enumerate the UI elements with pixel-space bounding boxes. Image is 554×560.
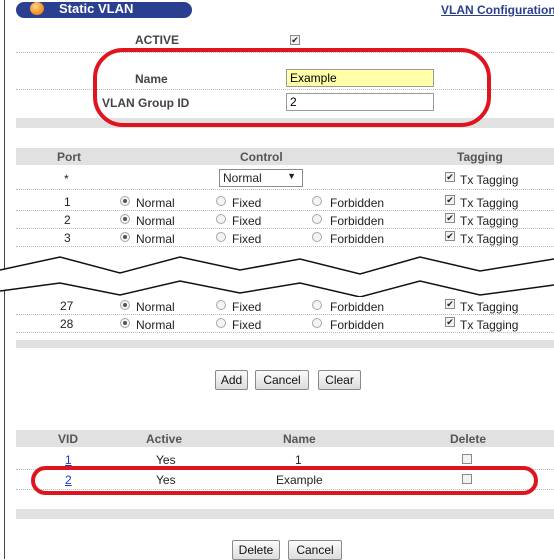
delete-checkbox[interactable] xyxy=(462,454,472,464)
port-number: 1 xyxy=(64,195,71,209)
fixed-label: Fixed xyxy=(232,232,262,246)
row-divider xyxy=(16,314,554,315)
active-cell: Yes xyxy=(156,473,176,487)
normal-radio[interactable] xyxy=(120,214,130,224)
fixed-label: Fixed xyxy=(232,214,262,228)
forbidden-radio[interactable] xyxy=(312,232,322,242)
active-label: ACTIVE xyxy=(135,33,180,47)
control-select-all[interactable]: Normal ▼ xyxy=(219,169,303,187)
active-checkbox[interactable]: ✔ xyxy=(290,35,300,45)
forbidden-label: Forbidden xyxy=(330,318,385,332)
tx-tagging-label: Tx Tagging xyxy=(460,318,519,332)
delete-header: Delete xyxy=(450,432,487,446)
port-number: 27 xyxy=(60,299,74,313)
normal-radio[interactable] xyxy=(120,232,130,242)
forbidden-radio[interactable] xyxy=(312,300,322,310)
tx-tagging-checkbox[interactable]: ✔ xyxy=(445,213,455,223)
normal-label: Normal xyxy=(136,214,175,228)
row-divider xyxy=(16,469,554,470)
vlan-group-id-label: VLAN Group ID xyxy=(102,96,190,110)
fixed-radio[interactable] xyxy=(216,196,226,206)
tx-tagging-checkbox[interactable]: ✔ xyxy=(445,195,455,205)
divider xyxy=(16,52,554,53)
vid-link[interactable]: 1 xyxy=(65,453,72,467)
port-number: 28 xyxy=(60,317,74,331)
port-all-cell: * xyxy=(64,172,69,186)
normal-radio[interactable] xyxy=(120,196,130,206)
tx-tagging-label: Tx Tagging xyxy=(460,214,519,228)
forbidden-radio[interactable] xyxy=(312,214,322,224)
fixed-radio[interactable] xyxy=(216,300,226,310)
section-band xyxy=(16,340,554,348)
section-band xyxy=(16,509,554,519)
delete-checkbox[interactable] xyxy=(462,474,472,484)
delete-button[interactable]: Delete xyxy=(232,540,280,560)
port-header: Port xyxy=(57,150,81,164)
active-header: Active xyxy=(146,432,183,446)
name-cell: Example xyxy=(276,473,323,487)
tx-tagging-checkbox[interactable]: ✔ xyxy=(445,231,455,241)
vid-link[interactable]: 2 xyxy=(65,473,72,487)
tx-tagging-all-checkbox[interactable]: ✔ xyxy=(445,172,455,182)
tx-tagging-checkbox[interactable]: ✔ xyxy=(445,299,455,309)
fixed-radio[interactable] xyxy=(216,232,226,242)
tx-tagging-label: Tx Tagging xyxy=(460,300,519,314)
vid-header: VID xyxy=(58,432,79,446)
forbidden-label: Forbidden xyxy=(330,300,385,314)
active-cell: Yes xyxy=(156,453,176,467)
port-number: 2 xyxy=(64,213,71,227)
fixed-label: Fixed xyxy=(232,318,262,332)
tx-tagging-label: Tx Tagging xyxy=(460,196,519,210)
chevron-down-icon: ▼ xyxy=(287,171,296,181)
control-select-value: Normal xyxy=(223,171,262,185)
row-divider xyxy=(16,189,554,190)
tx-tagging-checkbox[interactable]: ✔ xyxy=(445,317,455,327)
port-number: 3 xyxy=(64,231,71,245)
bottom-cancel-button[interactable]: Cancel xyxy=(288,540,342,560)
normal-radio[interactable] xyxy=(120,300,130,310)
section-band xyxy=(16,118,554,128)
tx-tagging-label: Tx Tagging xyxy=(460,232,519,246)
control-header: Control xyxy=(240,150,283,164)
normal-label: Normal xyxy=(136,300,175,314)
normal-label: Normal xyxy=(136,318,175,332)
forbidden-label: Forbidden xyxy=(330,196,385,210)
tagging-header: Tagging xyxy=(457,150,503,164)
table-break-icon xyxy=(0,256,554,297)
fixed-radio[interactable] xyxy=(216,214,226,224)
vlan-configuration-link[interactable]: VLAN Configuration xyxy=(441,3,554,17)
page-title: Static VLAN xyxy=(59,1,134,16)
normal-label: Normal xyxy=(136,232,175,246)
fixed-label: Fixed xyxy=(232,196,262,210)
normal-radio[interactable] xyxy=(120,318,130,328)
row-divider xyxy=(16,489,554,490)
row-divider xyxy=(16,210,554,211)
forbidden-radio[interactable] xyxy=(312,196,322,206)
row-divider xyxy=(16,332,554,333)
fixed-label: Fixed xyxy=(232,300,262,314)
name-cell: 1 xyxy=(295,453,302,467)
name-header: Name xyxy=(283,432,316,446)
row-divider xyxy=(16,228,554,229)
name-field[interactable] xyxy=(286,69,434,87)
vlan-group-id-field[interactable] xyxy=(286,93,434,111)
divider xyxy=(16,89,554,90)
fixed-radio[interactable] xyxy=(216,318,226,328)
add-button[interactable]: Add xyxy=(215,370,248,390)
forbidden-radio[interactable] xyxy=(312,318,322,328)
tx-tagging-all-label: Tx Tagging xyxy=(460,173,519,187)
cancel-button[interactable]: Cancel xyxy=(255,370,309,390)
forbidden-label: Forbidden xyxy=(330,214,385,228)
name-label: Name xyxy=(135,72,168,86)
clear-button[interactable]: Clear xyxy=(318,370,361,390)
forbidden-label: Forbidden xyxy=(330,232,385,246)
normal-label: Normal xyxy=(136,196,175,210)
title-bullet-icon xyxy=(30,2,44,15)
